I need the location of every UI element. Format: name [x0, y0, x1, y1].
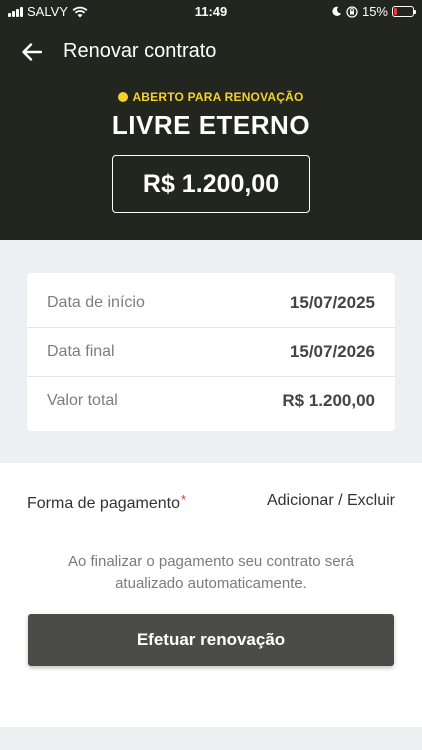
arrow-left-icon — [22, 43, 42, 61]
renewal-status-text: ABERTO PARA RENOVAÇÃO — [132, 90, 304, 104]
battery-icon — [392, 6, 416, 17]
status-dot-icon — [118, 92, 129, 102]
detail-row-start-date: Data de início 15/07/2025 — [27, 278, 395, 327]
payment-method-label-text: Forma de pagamento — [27, 495, 180, 512]
detail-row-total: Valor total R$ 1.200,00 — [27, 376, 395, 425]
detail-value: 15/07/2026 — [289, 341, 375, 361]
contract-details-card: Data de início 15/07/2025 Data final 15/… — [27, 273, 395, 431]
detail-value: R$ 1.200,00 — [282, 390, 375, 410]
add-remove-payment-link[interactable]: Adicionar / Excluir — [267, 492, 395, 510]
detail-row-end-date: Data final 15/07/2026 — [27, 327, 395, 376]
moon-icon — [332, 6, 342, 16]
renew-button[interactable]: Efetuar renovação — [28, 614, 394, 666]
renewal-status: ABERTO PARA RENOVAÇÃO — [0, 90, 422, 104]
required-marker: * — [180, 492, 187, 507]
back-button[interactable] — [16, 36, 48, 68]
detail-label: Valor total — [47, 391, 118, 409]
orientation-lock-icon — [346, 5, 358, 18]
detail-value: 15/07/2025 — [289, 292, 375, 312]
detail-label: Data final — [47, 342, 115, 360]
status-bar: SALVY 11:49 15% — [0, 0, 422, 24]
plan-name: LIVRE ETERNO — [111, 110, 311, 140]
plan-price: R$ 1.200,00 — [112, 155, 310, 213]
payment-section: Forma de pagamento* Adicionar / Excluir … — [0, 463, 422, 727]
header: SALVY 11:49 15% Renovar contrato ABERTO … — [0, 0, 422, 240]
status-right: 15% — [331, 4, 416, 19]
info-text: Ao finalizar o pagamento seu contrato se… — [67, 553, 354, 592]
top-bar: Renovar contrato — [0, 32, 422, 72]
detail-label: Data de início — [47, 293, 145, 311]
battery-percent: 15% — [361, 4, 388, 19]
payment-method-label: Forma de pagamento* — [27, 492, 186, 513]
page-title: Renovar contrato — [63, 40, 217, 62]
